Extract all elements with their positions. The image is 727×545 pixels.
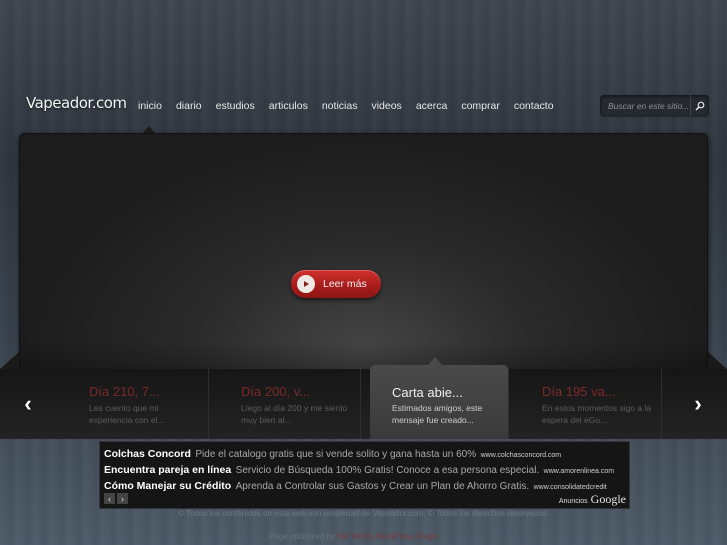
slide-description: En estos momentos sigo a la espera del e… <box>542 403 652 425</box>
chevron-right-icon: › <box>694 391 702 416</box>
slide-item[interactable]: Día 195 va... En estos momentos sigo a l… <box>511 369 662 439</box>
nav-item-inicio[interactable]: inicio <box>131 96 169 116</box>
footer-optimized: Page optimized by WP Minify WordPress Pl… <box>269 532 439 541</box>
nav-item-diario[interactable]: diario <box>169 96 209 116</box>
ad-url[interactable]: www.amorenlinea.com <box>544 468 614 475</box>
ad-body: Aprenda a Controlar sus Gastos y Crear u… <box>235 481 530 492</box>
slide-title: Día 195 va... <box>542 384 616 399</box>
read-more-label: Leer más <box>323 278 367 290</box>
slider-next-button[interactable]: › <box>670 369 726 439</box>
main-nav: inicio diario estudios articulos noticia… <box>131 96 561 116</box>
nav-item-comprar[interactable]: comprar <box>454 96 507 116</box>
ad-url[interactable]: www.colchasconcord.com <box>481 452 562 459</box>
slide-title: Día 200, v... <box>241 384 311 399</box>
search-button[interactable] <box>690 95 709 117</box>
slide-title: Carta abie... <box>392 385 463 400</box>
ad-row[interactable]: Cómo Manejar su Crédito Aprenda a Contro… <box>104 476 607 494</box>
slide-description: Llego al día 200 y me siento muy bien al… <box>241 403 348 425</box>
nav-item-acerca[interactable]: acerca <box>409 96 455 116</box>
nav-item-noticias[interactable]: noticias <box>315 96 365 116</box>
slide-item[interactable]: Día 200, v... Llego al día 200 y me sien… <box>210 369 361 439</box>
ad-next-button[interactable]: › <box>117 493 128 504</box>
slider-wing-right <box>708 352 727 369</box>
slide-description: Les cuento que mi experiencia con el... <box>89 403 165 425</box>
search-input[interactable] <box>600 100 690 112</box>
ad-headline[interactable]: Encuentra pareja en línea <box>104 464 231 476</box>
ad-body: Pide el catalogo gratis que si vende sol… <box>195 449 477 460</box>
ad-pagination: ‹ › <box>104 493 128 504</box>
footer-optimized-prefix: Page optimized by <box>269 532 335 541</box>
nav-item-contacto[interactable]: contacto <box>507 96 561 116</box>
slider-wing-left <box>0 352 19 369</box>
ad-headline[interactable]: Cómo Manejar su Crédito <box>104 480 231 492</box>
ad-body: Servicio de Búsqueda 100% Gratis! Conoce… <box>235 465 540 476</box>
footer-copyright: © Todos los contenidos de esta web son p… <box>178 509 549 518</box>
nav-item-videos[interactable]: videos <box>364 96 408 116</box>
ads-by-google[interactable]: Anuncios Google <box>559 492 626 507</box>
play-icon <box>297 275 315 293</box>
nav-item-articulos[interactable]: articulos <box>262 96 315 116</box>
site-logo[interactable]: Vapeador.com <box>26 94 127 112</box>
chevron-left-icon: ‹ <box>24 391 32 416</box>
nav-item-estudios[interactable]: estudios <box>209 96 262 116</box>
active-slide-pointer <box>428 357 442 365</box>
ad-prev-button[interactable]: ‹ <box>104 493 115 504</box>
slider-prev-button[interactable]: ‹ <box>0 369 56 439</box>
google-logo: Google <box>590 492 626 506</box>
slide-description: Estimados amigos, este mensaje fue cread… <box>392 403 483 425</box>
stage-floor <box>19 341 708 371</box>
slide-item-active[interactable]: Carta abie... Estimados amigos, este men… <box>370 365 509 439</box>
ad-url[interactable]: www.consolidatedcredit <box>534 484 607 491</box>
ads-by-label: Anuncios <box>558 498 588 505</box>
search-icon <box>695 101 705 111</box>
read-more-button[interactable]: Leer más <box>291 270 381 298</box>
ad-headline[interactable]: Colchas Concord <box>104 448 191 460</box>
ad-block: Colchas Concord Pide el catalogo gratis … <box>99 441 630 509</box>
featured-stage <box>19 133 708 371</box>
slide-item[interactable]: Día 210, 7... Les cuento que mi experien… <box>58 369 209 439</box>
wp-minify-link[interactable]: WP Minify WordPress Plugin <box>337 532 439 541</box>
slide-title: Día 210, 7... <box>89 384 160 399</box>
search-box <box>600 95 709 117</box>
